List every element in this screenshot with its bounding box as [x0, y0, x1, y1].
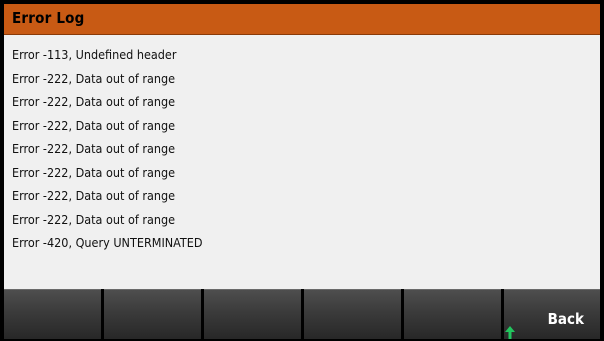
title-bar: Error Log	[4, 4, 600, 35]
softkey-5[interactable]	[404, 289, 501, 339]
error-log-screen: Error Log Error -113, Undefined header E…	[4, 4, 600, 339]
error-entry: Error -222, Data out of range	[12, 188, 176, 203]
softkey-3[interactable]	[204, 289, 301, 339]
error-entry: Error -222, Data out of range	[12, 117, 176, 133]
error-entry: Error -222, Data out of range	[12, 70, 176, 86]
error-entry: Error -113, Undefined header	[12, 47, 177, 62]
error-list: Error -113, Undefined header Error -222,…	[12, 43, 203, 255]
up-arrow-icon	[505, 326, 515, 339]
softkey-1[interactable]	[4, 289, 101, 339]
back-button-label: Back	[547, 310, 584, 328]
page-title: Error Log	[12, 9, 85, 27]
softkey-bar: Back	[4, 289, 600, 339]
softkey-2[interactable]	[104, 289, 201, 339]
error-entry: Error -420, Query UNTERMINATED	[12, 235, 203, 250]
error-entry: Error -222, Data out of range	[12, 94, 176, 109]
error-entry: Error -222, Data out of range	[12, 164, 176, 180]
error-entry: Error -222, Data out of range	[12, 211, 176, 227]
softkey-4[interactable]	[304, 289, 401, 339]
error-entry: Error -222, Data out of range	[12, 141, 176, 156]
back-button[interactable]: Back	[504, 289, 600, 339]
